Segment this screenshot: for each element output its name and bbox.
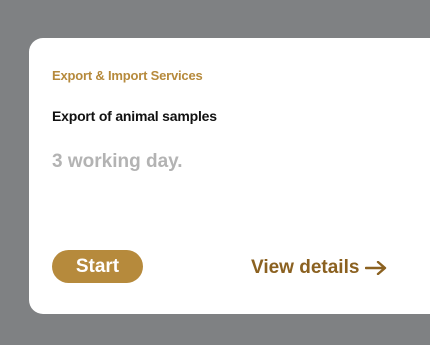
service-title: Export of animal samples [52,108,217,124]
service-category: Export & Import Services [52,68,203,83]
arrow-right-icon [365,261,387,275]
start-button-label: Start [75,255,120,277]
service-card: Export & Import Services Export of anima… [29,38,430,314]
view-details-link[interactable]: View details [251,253,387,283]
service-duration: 3 working day. [52,151,183,172]
start-button[interactable]: Start [52,250,143,283]
view-details-label: View details [251,257,360,278]
